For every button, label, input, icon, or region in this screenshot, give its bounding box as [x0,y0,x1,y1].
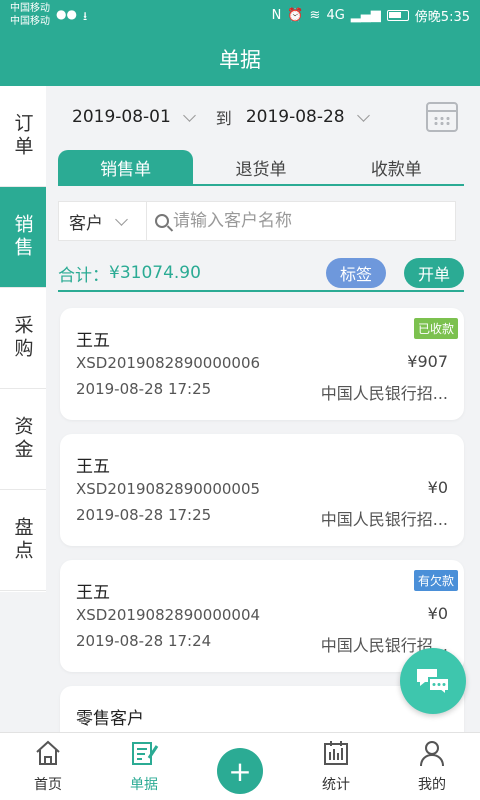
sidebar-item-purchase[interactable]: 采购 [0,288,46,389]
order-card[interactable]: 王五 XSD2019082890000004 2019-08-28 17:24 … [60,560,464,672]
order-card[interactable]: 王五 XSD2019082890000005 2019-08-28 17:25 … [60,434,464,546]
start-date: 2019-08-01 [72,107,171,127]
calendar-icon[interactable] [426,102,458,132]
payment-account: 中国人民银行招... [320,384,448,403]
home-icon [36,740,60,765]
chevron-down-icon [182,108,196,122]
app-bar: 单据 [0,32,480,86]
order-card[interactable]: 王五 XSD2019082890000006 2019-08-28 17:25 … [60,308,464,420]
carrier-1: 中国移动 [10,3,50,14]
sidebar-item-label: 订单 [11,113,34,159]
search-bar: 客户 [58,201,456,241]
search-input[interactable] [173,211,443,231]
chat-button[interactable] [400,648,466,714]
order-amount: ¥0 [427,478,448,497]
sidebar-item-label: 资金 [11,416,34,462]
page-title: 单据 [219,48,261,72]
total-value: ¥31074.90 [109,263,201,283]
chat-notification-icon: ●● [56,7,77,21]
start-date-picker[interactable]: 2019-08-01 [72,107,196,127]
download-icon: ⭳ [82,9,88,23]
nav-documents[interactable]: 单据 [96,733,192,800]
chevron-down-icon [115,212,128,226]
order-time: 2019-08-28 17:25 [76,380,212,398]
wifi-icon: ≋ [309,8,321,23]
sidebar-item-label: 采购 [11,315,34,361]
nav-profile[interactable]: 我的 [384,733,480,800]
search-icon [155,214,169,228]
customer-name: 零售客户 [76,709,144,729]
sidebar-item-label: 盘点 [11,517,34,563]
customer-name: 王五 [76,457,110,477]
tab-sales[interactable]: 销售单 [58,150,194,184]
order-time: 2019-08-28 17:24 [76,632,212,650]
end-date: 2019-08-28 [245,107,345,127]
edit-document-icon [132,742,159,765]
order-number: XSD2019082890000004 [76,606,261,624]
order-number: XSD2019082890000006 [76,354,261,372]
chevron-down-icon [356,108,370,122]
main-content: 2019-08-01 到 2019-08-28 销售单 退货单 收款单 客户 合… [46,86,480,732]
date-separator: 到 [215,109,232,128]
customer-name: 王五 [76,331,110,351]
nav-documents-label: 单据 [130,777,158,793]
carrier-info: 中国移动 中国移动 [10,2,50,28]
total-label: 合计： [58,265,109,286]
nav-add[interactable]: + [192,733,288,800]
user-icon [420,741,444,767]
order-time: 2019-08-28 17:25 [76,506,212,524]
nav-home[interactable]: 首页 [0,733,96,800]
tag-button[interactable]: 标签 [325,258,386,288]
nfc-icon: N [271,8,282,23]
nav-profile-label: 我的 [418,777,446,793]
status-badge: 已收款 [413,318,458,339]
new-order-button[interactable]: 开单 [403,258,464,288]
order-number: XSD2019082890000005 [76,480,261,498]
order-amount: ¥0 [427,604,448,623]
tab-receipts[interactable]: 收款单 [329,150,464,184]
sidebar-item-inventory[interactable]: 盘点 [0,490,46,591]
clock: 傍晚5:35 [414,10,470,25]
network-type: 4G [326,8,345,23]
sidebar: 订单 销售 采购 资金 盘点 [0,86,46,592]
signal-icon: ▂▄▆ [350,8,381,23]
nav-home-label: 首页 [34,777,62,793]
date-filter: 2019-08-01 到 2019-08-28 [46,86,480,148]
status-badge: 有欠款 [413,570,458,591]
add-icon: + [217,748,263,794]
customer-name: 王五 [76,583,110,603]
status-bar: 中国移动 中国移动 ●● ⭳ N ⏰ ≋ 4G ▂▄▆ 傍晚5:35 [0,0,480,32]
end-date-picker[interactable]: 2019-08-28 [245,107,370,127]
stats-icon [324,741,348,765]
nav-stats-label: 统计 [322,777,350,793]
nav-stats[interactable]: 统计 [288,733,384,800]
sidebar-item-sales[interactable]: 销售 [0,187,46,288]
sidebar-item-orders[interactable]: 订单 [0,86,46,187]
sidebar-item-label: 销售 [11,214,34,260]
alarm-icon: ⏰ [287,8,304,23]
sidebar-item-funds[interactable]: 资金 [0,389,46,490]
payment-account: 中国人民银行招... [320,510,448,529]
tab-returns[interactable]: 退货单 [193,150,328,184]
document-tabs: 销售单 退货单 收款单 [58,150,464,186]
customer-field-select[interactable]: 客户 [59,202,147,240]
customer-field-label: 客户 [69,213,103,234]
summary-bar: 合计： ¥31074.90 标签 开单 [58,256,464,292]
carrier-2: 中国移动 [10,16,50,27]
bottom-nav: 首页 单据 + 统计 我的 [0,732,480,800]
battery-icon [386,10,409,21]
order-amount: ¥907 [407,352,448,371]
chat-icon [417,669,450,696]
